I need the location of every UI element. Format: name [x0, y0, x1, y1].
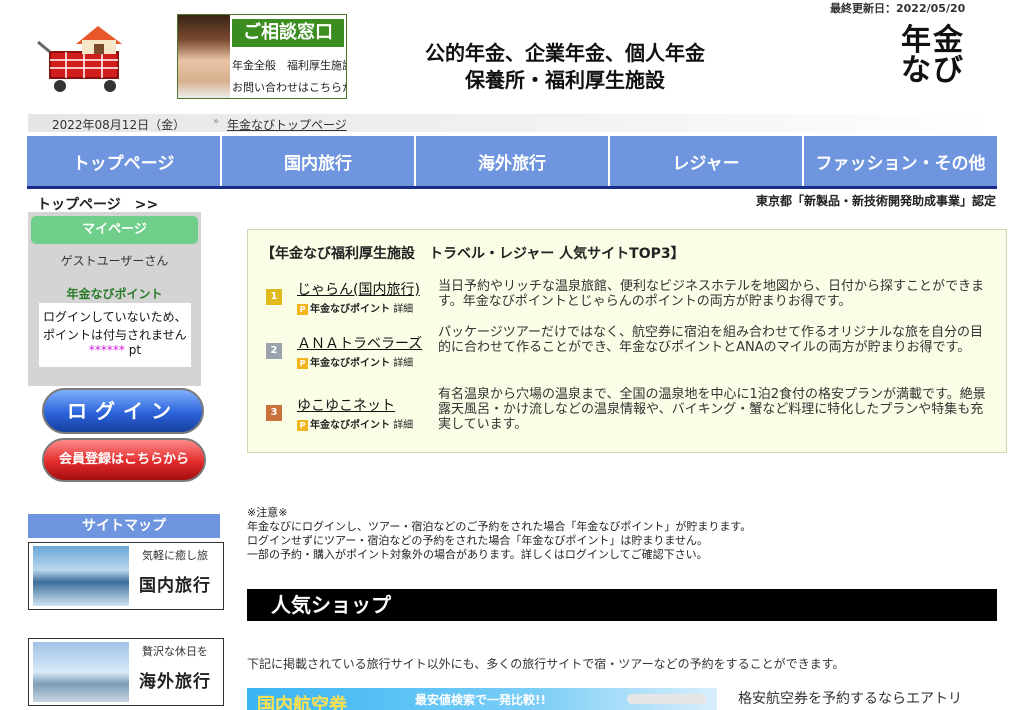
- double-arrow-icon: »: [213, 116, 220, 127]
- point-p-icon: P: [297, 358, 308, 369]
- register-button[interactable]: 会員登録はこちらから: [42, 438, 206, 482]
- sitemap-card-domestic[interactable]: 気軽に癒し旅 国内旅行: [28, 542, 224, 610]
- sitemap-caption: 贅沢な休日を: [142, 645, 208, 658]
- rank3-description: 有名温泉から穴場の温泉まで、全国の温泉地を中心に1泊2食付の格安プランが満載です…: [438, 387, 986, 432]
- airplane-icon: [627, 694, 707, 704]
- air-ticket-description: 格安航空券を予約するならエアトリ: [738, 691, 962, 707]
- site-headline: 公的年金、企業年金、個人年金 保養所・福利厚生施設: [380, 40, 750, 94]
- rank1-site-link[interactable]: じゃらん(国内旅行): [297, 279, 420, 299]
- notice-line: 年金なびにログインし、ツアー・宿泊などのご予約をされた場合「年金なびポイント」が…: [247, 520, 752, 533]
- point-title: 年金なびポイント: [66, 287, 163, 301]
- badge-detail: 詳細: [393, 358, 414, 369]
- notice-block: ※注意※ 年金なびにログインし、ツアー・宿泊などのご予約をされた場合「年金なびポ…: [247, 506, 947, 562]
- point-stars: ******: [88, 343, 125, 357]
- badge-detail: 詳細: [393, 420, 414, 431]
- badge-label: 年金なびポイント: [310, 358, 390, 369]
- top3-box: 【年金なび福利厚生施設 トラベル・レジャー 人気サイトTOP3】 1 じゃらん(…: [247, 229, 1007, 453]
- banner-subtitle: 最安値検索で一発比較!!: [415, 693, 546, 707]
- top3-title: 【年金なび福利厚生施設 トラベル・レジャー 人気サイトTOP3】: [261, 246, 685, 262]
- nav-fashion-other[interactable]: ファッション・その他: [804, 136, 997, 186]
- point-detail-badge[interactable]: P 年金なびポイント 詳細: [297, 354, 413, 369]
- onsen-photo: [33, 546, 129, 606]
- point-p-icon: P: [297, 420, 308, 431]
- point-note-line1: ログインしていないため、: [43, 310, 187, 324]
- sitemap-label: 国内旅行: [139, 576, 211, 596]
- point-box: ログインしていないため、 ポイントは付与されません ****** pt: [39, 303, 191, 367]
- rank-row: 2 ＡＮＡトラベラーズ P 年金なびポイント 詳細 パッケージツアーだけではなく、…: [248, 325, 1008, 392]
- point-p-icon: P: [297, 304, 308, 315]
- nav-leisure[interactable]: レジャー: [610, 136, 804, 186]
- badge-label: 年金なびポイント: [310, 420, 390, 431]
- consult-title: ご相談窓口: [232, 19, 344, 47]
- breadcrumb: トップページ >>: [37, 197, 159, 213]
- mypage-panel: マイページ ゲストユーザーさん 年金なびポイント ログインしていないため、 ポイ…: [28, 212, 201, 386]
- notice-head: ※注意※: [247, 506, 288, 519]
- logo-line1: 年金: [901, 23, 965, 58]
- air-ticket-banner[interactable]: 国内航空券 最安値検索で一発比較!!: [247, 688, 717, 710]
- rank-row: 3 ゆこゆこネット P 年金なびポイント 詳細 有名温泉から穴場の温泉まで、全国の…: [248, 387, 1008, 454]
- nav-top[interactable]: トップページ: [27, 136, 222, 186]
- sitemap-label: 海外旅行: [139, 672, 211, 692]
- sitemap-caption: 気軽に癒し旅: [142, 549, 208, 562]
- consult-line2: お問い合わせはこちらから: [232, 81, 346, 94]
- notice-line: ログインせずにツアー・宿泊などの予約をされた場合「年金なびポイント」は貯まりませ…: [247, 534, 709, 547]
- popular-shop-intro: 下記に掲載されている旅行サイト以外にも、多くの旅行サイトで宿・ツアーなどの予約を…: [247, 657, 845, 671]
- gold-medal-icon: 1: [266, 289, 282, 305]
- headline-line2: 保養所・福利厚生施設: [465, 68, 665, 92]
- silver-medal-icon: 2: [266, 343, 282, 359]
- current-date: 2022年08月12日（金）: [52, 118, 186, 132]
- top-page-link[interactable]: 年金なびトップページ: [227, 116, 347, 133]
- rank2-site-link[interactable]: ＡＮＡトラベラーズ: [297, 333, 422, 353]
- rank1-description: 当日予約やリッチな温泉旅館、便利なビジネスホテルを地図から、日付から探すことがで…: [438, 279, 985, 309]
- logo-line2: なび: [901, 53, 965, 88]
- sitemap-title: サイトマップ: [28, 514, 220, 538]
- headline-line1: 公的年金、企業年金、個人年金: [425, 41, 705, 65]
- sitemap-card-overseas[interactable]: 贅沢な休日を 海外旅行: [28, 638, 224, 706]
- cart-logo-icon[interactable]: [36, 20, 140, 94]
- nenkin-navi-logo[interactable]: 年金 なび: [888, 26, 978, 86]
- point-detail-badge[interactable]: P 年金なびポイント 詳細: [297, 416, 413, 431]
- banner-title: 国内航空券: [257, 695, 347, 710]
- singapore-photo: [33, 642, 129, 702]
- point-detail-badge[interactable]: P 年金なびポイント 詳細: [297, 300, 413, 315]
- badge-label: 年金なびポイント: [310, 304, 390, 315]
- consult-window-banner[interactable]: ご相談窓口 年金全般 福利厚生施設 お問い合わせはこちらから: [177, 14, 347, 99]
- nav-overseas-travel[interactable]: 海外旅行: [416, 136, 610, 186]
- notice-line: 一部の予約・購入がポイント対象外の場合があります。詳しくはログインしてご確認下さ…: [247, 548, 708, 561]
- guest-user-label: ゲストユーザーさん: [60, 254, 169, 268]
- login-button[interactable]: ログイン: [42, 388, 204, 434]
- main-nav: トップページ 国内旅行 海外旅行 レジャー ファッション・その他: [27, 136, 997, 189]
- popular-shop-header: 人気ショップ: [247, 589, 997, 621]
- last-updated: 最終更新日：2022/05/20: [830, 2, 966, 15]
- point-note-line2: ポイントは付与されません: [43, 328, 187, 342]
- operator-photo: [178, 15, 230, 98]
- certification-note: 東京都「新製品・新技術開発助成事業」認定: [755, 194, 996, 208]
- mypage-title[interactable]: マイページ: [31, 216, 198, 244]
- bronze-medal-icon: 3: [266, 405, 282, 421]
- nav-domestic-travel[interactable]: 国内旅行: [222, 136, 416, 186]
- rank3-site-link[interactable]: ゆこゆこネット: [297, 395, 395, 415]
- rank2-description: パッケージツアーだけではなく、航空券に宿泊を組み合わせて作るオリジナルな旅を自分…: [438, 325, 983, 355]
- point-unit: pt: [124, 343, 142, 357]
- point-value: ****** pt: [39, 343, 191, 357]
- badge-detail: 詳細: [393, 304, 414, 315]
- consult-line1: 年金全般 福利厚生施設: [232, 59, 347, 72]
